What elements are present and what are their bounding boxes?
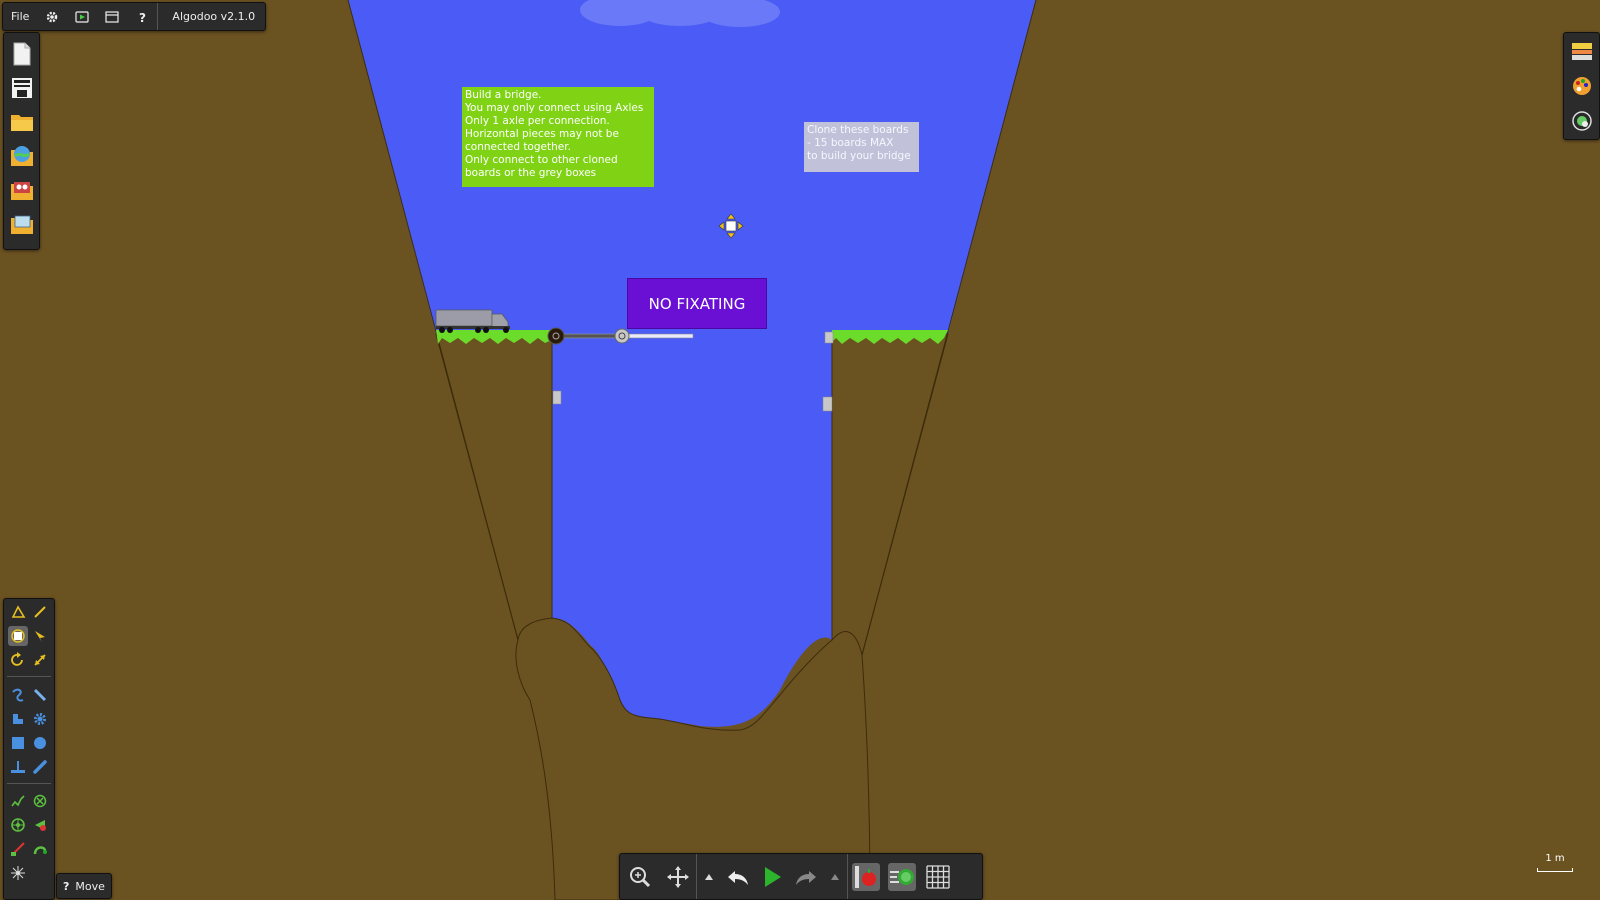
particle-tool-icon[interactable]	[8, 863, 28, 883]
grid-icon[interactable]	[920, 854, 956, 899]
anchor-box-left	[552, 390, 562, 405]
clouds	[580, 0, 780, 27]
new-scene-icon[interactable]	[9, 39, 35, 69]
scale-tool-icon[interactable]	[30, 650, 50, 670]
anchor-box-right-top	[824, 331, 834, 344]
app-version: Algodoo v2.1.0	[172, 10, 256, 23]
play-screen-icon[interactable]	[67, 3, 97, 30]
plane-tool-icon[interactable]	[8, 757, 28, 777]
gravity-icon[interactable]	[848, 854, 884, 899]
scale-indicator: 1 m	[1537, 853, 1573, 875]
file-menu[interactable]: File	[3, 3, 37, 30]
scale-label: 1 m	[1545, 853, 1565, 864]
window-icon[interactable]	[97, 3, 127, 30]
gear-tool-icon[interactable]	[30, 709, 50, 729]
play-icon[interactable]	[755, 854, 789, 899]
options-icon[interactable]	[1569, 107, 1595, 136]
box-tool-icon[interactable]	[8, 733, 28, 753]
thruster-tool-icon[interactable]	[30, 815, 50, 835]
no-fixating-sign: NO FIXATING	[627, 278, 767, 329]
help-hint-icon[interactable]: ?	[63, 880, 69, 893]
chain-tool-icon[interactable]	[30, 757, 50, 777]
pan-icon[interactable]	[660, 854, 696, 899]
fixate-tool-icon[interactable]	[30, 791, 50, 811]
clone-boards-note: Clone these boards - 15 boards MAX to bu…	[804, 122, 919, 172]
zoom-icon[interactable]	[620, 854, 660, 899]
instructions-note: Build a bridge. You may only connect usi…	[462, 87, 654, 187]
save-icon[interactable]	[9, 73, 35, 103]
knife-tool-icon[interactable]	[30, 685, 50, 705]
board-1	[557, 333, 621, 339]
tools-panel	[3, 598, 55, 900]
background-icon[interactable]	[1569, 36, 1595, 65]
tracer-tool-icon[interactable]	[30, 839, 50, 859]
rotate-tool-icon[interactable]	[8, 650, 28, 670]
brush-tool-icon[interactable]	[30, 602, 50, 622]
current-tool-label: Move	[75, 879, 105, 893]
tool-separator	[7, 676, 51, 677]
undo-icon[interactable]	[721, 854, 755, 899]
circle-tool-icon[interactable]	[30, 733, 50, 753]
anchor-box-right	[822, 396, 833, 412]
file-panel	[3, 32, 40, 250]
svg-text:?: ?	[139, 11, 146, 24]
tool-separator	[7, 783, 51, 784]
board-2	[624, 333, 694, 339]
drag-tool-icon[interactable]	[30, 626, 50, 646]
bottom-control-bar	[619, 853, 983, 900]
axle-1	[547, 327, 565, 345]
open-phunlets-icon[interactable]	[9, 175, 35, 205]
redo-menu-icon[interactable]	[823, 854, 847, 899]
move-tool-icon[interactable]	[8, 626, 28, 646]
help-icon[interactable]: ?	[127, 3, 157, 30]
rope-tool-icon[interactable]	[8, 685, 28, 705]
open-scene-icon[interactable]	[9, 209, 35, 239]
laser-tool-icon[interactable]	[8, 839, 28, 859]
open-folder-icon[interactable]	[9, 107, 35, 137]
scale-bar	[1537, 868, 1573, 872]
air-friction-icon[interactable]	[884, 854, 920, 899]
axle-2	[614, 328, 630, 344]
undo-menu-icon[interactable]	[697, 854, 721, 899]
sketch-tool-icon[interactable]	[8, 602, 28, 622]
right-tool-panel	[1563, 32, 1600, 140]
top-menu-bar: File ? Algodoo v2.1.0	[2, 2, 267, 31]
tool-hint: ? Move	[56, 873, 112, 899]
palette-icon[interactable]	[1569, 71, 1595, 100]
spring-tool-icon[interactable]	[8, 791, 28, 811]
browse-online-icon[interactable]	[9, 141, 35, 171]
settings-gear-icon[interactable]	[37, 3, 67, 30]
redo-icon[interactable]	[789, 854, 823, 899]
axle-tool-icon[interactable]	[8, 815, 28, 835]
polygon-tool-icon[interactable]	[8, 709, 28, 729]
scene-canvas[interactable]	[0, 0, 1600, 900]
